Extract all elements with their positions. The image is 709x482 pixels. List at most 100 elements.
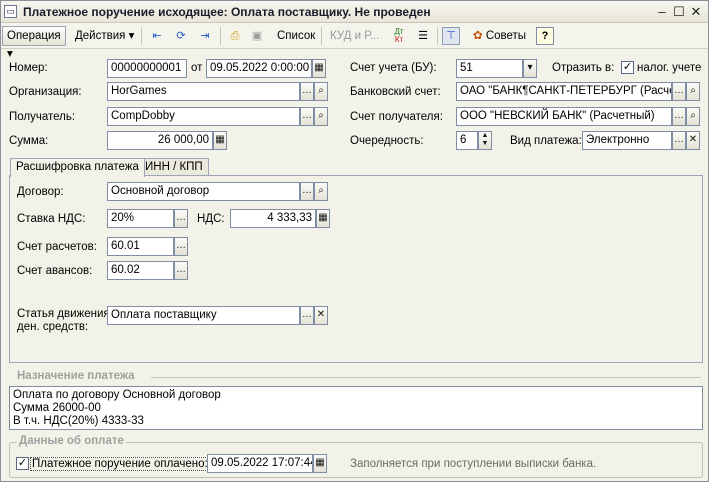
select-ellipsis-icon[interactable]: … — [174, 261, 188, 280]
select-ellipsis-icon[interactable]: … — [174, 209, 188, 228]
date-from-label: от — [191, 62, 203, 74]
structure-icon[interactable]: ⊤ — [442, 27, 460, 45]
number-label: Номер: — [9, 62, 48, 74]
cashflow-label-line2: ден. средств: — [17, 321, 89, 333]
organization-field[interactable]: HorGames — [107, 82, 300, 101]
toolbar: Операция ▾ Действия ▾ ⇤ ⟳ ⇥ ⎙ ▣ Список К… — [1, 23, 708, 60]
advice-button[interactable]: ✿ Советы — [468, 26, 531, 46]
account-field[interactable]: 51 — [456, 59, 523, 78]
chevron-down-icon[interactable]: ▾ — [523, 59, 537, 78]
recipient-account-label: Счет получателя: — [350, 111, 443, 123]
operation-label: Операция — [7, 30, 61, 42]
reflect-label: Отразить в: — [552, 62, 615, 74]
open-search-icon[interactable]: ⌕ — [314, 107, 328, 126]
payment-title: Данные об оплате — [17, 435, 126, 447]
paid-label[interactable]: Платежное поручение оплачено: — [30, 457, 210, 471]
number-field[interactable]: 00000000001 — [107, 59, 187, 78]
minimize-icon[interactable]: – — [654, 4, 670, 20]
vat-rate-field[interactable]: 20% — [107, 209, 174, 228]
open-search-icon[interactable]: ⌕ — [686, 107, 700, 126]
tab-payment-breakdown[interactable]: Расшифровка платежа — [10, 158, 145, 177]
settlement-account-label: Счет расчетов: — [17, 241, 97, 253]
cashflow-field[interactable]: Оплата поставщику — [107, 306, 300, 325]
go-forward-icon[interactable]: ⇥ — [196, 27, 214, 45]
select-ellipsis-icon[interactable]: … — [672, 107, 686, 126]
organization-label: Организация: — [9, 86, 82, 98]
vat-rate-label: Ставка НДС: — [17, 213, 86, 225]
advance-account-field[interactable]: 60.02 — [107, 261, 174, 280]
title-bar: ▭ Платежное поручение исходящее: Оплата … — [1, 1, 708, 23]
spinner-icon[interactable]: ▲ ▼ — [478, 131, 492, 150]
toolbar-separator — [437, 27, 438, 45]
settlement-account-field[interactable]: 60.01 — [107, 237, 174, 256]
contract-label: Договор: — [17, 186, 64, 198]
account-label: Счет учета (БУ): — [350, 62, 437, 74]
bank-account-label: Банковский счет: — [350, 86, 441, 98]
open-search-icon[interactable]: ⌕ — [686, 82, 700, 101]
contract-field[interactable]: Основной договор — [107, 182, 300, 201]
payment-note: Заполняется при поступлении выписки банк… — [350, 458, 597, 470]
select-ellipsis-icon[interactable]: … — [672, 131, 686, 150]
open-search-icon[interactable]: ⌕ — [314, 82, 328, 101]
tax-accounting-label: налог. учете — [637, 62, 702, 74]
select-ellipsis-icon[interactable]: … — [174, 237, 188, 256]
calendar-icon[interactable]: ▦ — [313, 454, 327, 473]
advance-account-label: Счет авансов: — [17, 265, 93, 277]
dropdown-arrow-icon: ▾ — [128, 30, 135, 42]
window-title: Платежное поручение исходящее: Оплата по… — [23, 5, 431, 19]
priority-field[interactable]: 6 — [456, 131, 478, 150]
document-window: ▭ Платежное поручение исходящее: Оплата … — [0, 0, 709, 482]
sum-field[interactable]: 26 000,00 — [107, 131, 213, 150]
payment-type-label: Вид платежа: — [510, 135, 582, 147]
advice-icon: ✿ — [473, 30, 483, 42]
print-icon[interactable]: ⎙ — [226, 27, 244, 45]
copy-icon: ▣ — [251, 30, 263, 42]
report-icon[interactable]: ☰ — [414, 27, 432, 45]
sum-label: Сумма: — [9, 135, 49, 147]
clear-icon[interactable]: ✕ — [686, 131, 700, 150]
open-search-icon[interactable]: ⌕ — [314, 182, 328, 201]
kud-button: КУД и Р... — [330, 30, 380, 42]
purpose-divider — [151, 377, 701, 378]
calendar-icon[interactable]: ▦ — [312, 59, 326, 78]
purpose-line: Оплата по договору Основной договор — [13, 389, 221, 401]
purpose-line: Сумма 26000-00 — [13, 402, 101, 414]
list-button[interactable]: Список — [272, 26, 320, 46]
actions-menu-button[interactable]: Действия ▾ — [70, 26, 139, 46]
dropdown-arrow-icon: ▾ — [7, 48, 13, 60]
payment-type-field[interactable]: Электронно — [582, 131, 672, 150]
select-ellipsis-icon[interactable]: … — [300, 82, 314, 101]
date-field[interactable]: 09.05.2022 0:00:00 — [206, 59, 312, 78]
document-icon: ▭ — [4, 5, 17, 18]
go-back-icon[interactable]: ⇤ — [148, 27, 166, 45]
recipient-field[interactable]: CompDobby — [107, 107, 300, 126]
select-ellipsis-icon[interactable]: … — [300, 107, 314, 126]
close-icon[interactable]: ✕ — [688, 4, 704, 20]
reread-icon[interactable]: ⟳ — [172, 27, 190, 45]
dt-kt-icon[interactable]: Дт Кт — [390, 27, 408, 45]
tax-accounting-checkbox[interactable]: ✓ — [621, 61, 634, 74]
tab-inn-kpp[interactable]: ИНН / КПП — [139, 158, 209, 176]
purpose-textarea[interactable]: Оплата по договору Основной договор Сумм… — [9, 386, 703, 430]
toolbar-separator — [321, 27, 322, 45]
recipient-label: Получатель: — [9, 111, 76, 123]
select-ellipsis-icon[interactable]: … — [300, 182, 314, 201]
cashflow-label-line1: Статья движения — [17, 308, 110, 320]
help-icon[interactable]: ? — [536, 27, 554, 45]
toolbar-separator — [141, 27, 142, 45]
recipient-account-field[interactable]: ООО "НЕВСКИЙ БАНК" (Расчетный) — [456, 107, 672, 126]
priority-label: Очередность: — [350, 135, 424, 147]
vat-field[interactable]: 4 333,33 — [230, 209, 316, 228]
calculator-icon[interactable]: ▦ — [213, 131, 227, 150]
maximize-icon[interactable]: ☐ — [671, 4, 687, 20]
toolbar-separator — [220, 27, 221, 45]
purpose-line: В т.ч. НДС(20%) 4333-33 — [13, 415, 144, 427]
bank-account-field[interactable]: ОАО "БАНК¶САНКТ-ПЕТЕРБУРГ (Расчет — [456, 82, 672, 101]
select-ellipsis-icon[interactable]: … — [300, 306, 314, 325]
paid-date-field[interactable]: 09.05.2022 17:07:44 — [207, 454, 313, 473]
clear-icon[interactable]: ✕ — [314, 306, 328, 325]
calculator-icon[interactable]: ▦ — [316, 209, 330, 228]
operation-menu-button[interactable]: Операция ▾ — [2, 26, 66, 60]
select-ellipsis-icon[interactable]: … — [672, 82, 686, 101]
paid-checkbox[interactable]: ✓ — [16, 457, 29, 470]
